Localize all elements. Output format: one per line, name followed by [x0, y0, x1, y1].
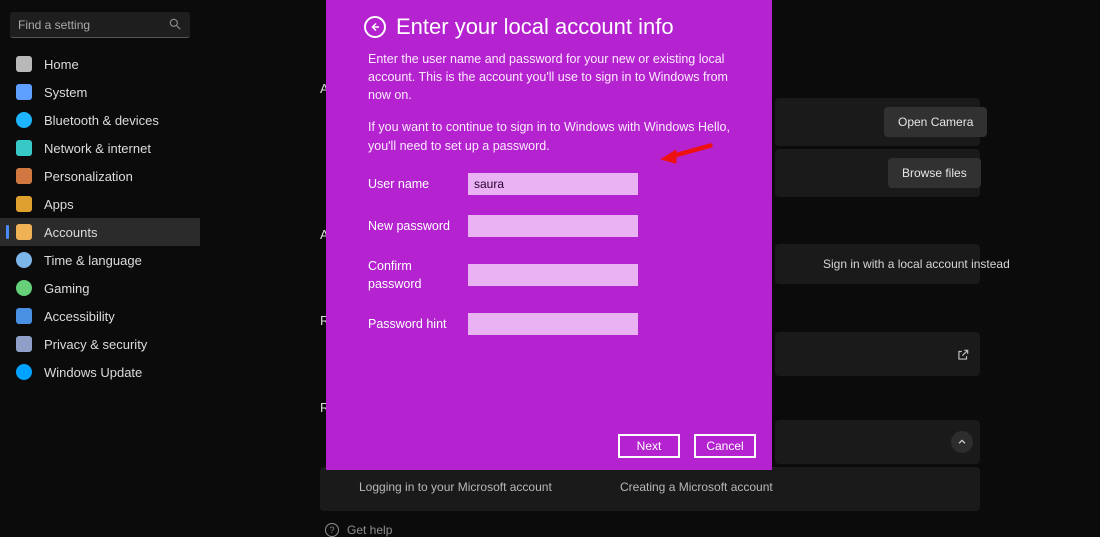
accounts-icon	[16, 224, 32, 240]
local-account-dialog: Enter your local account info Enter the …	[326, 0, 772, 470]
next-button[interactable]: Next	[618, 434, 680, 458]
row-confirm-password: Confirm password	[368, 257, 748, 293]
bluetooth-icon	[16, 112, 32, 128]
get-help-link[interactable]: ? Get help	[325, 523, 392, 537]
label-username: User name	[368, 175, 468, 193]
settings-sidebar: Home System Bluetooth & devices Network …	[0, 0, 200, 537]
system-icon	[16, 84, 32, 100]
sidebar-item-bluetooth[interactable]: Bluetooth & devices	[0, 106, 200, 134]
button-label: Open Camera	[898, 115, 973, 129]
help-icon: ?	[325, 523, 339, 537]
sidebar-item-time[interactable]: Time & language	[0, 246, 200, 274]
label-password-hint: Password hint	[368, 315, 468, 333]
dialog-title: Enter your local account info	[396, 14, 674, 40]
nav-list: Home System Bluetooth & devices Network …	[0, 50, 200, 386]
sidebar-item-accessibility[interactable]: Accessibility	[0, 302, 200, 330]
sidebar-item-accounts[interactable]: Accounts	[0, 218, 200, 246]
dialog-footer: Next Cancel	[618, 434, 756, 458]
dialog-paragraph: If you want to continue to sign in to Wi…	[368, 118, 738, 154]
sidebar-item-update[interactable]: Windows Update	[0, 358, 200, 386]
label-confirm-password: Confirm password	[368, 257, 468, 293]
sidebar-item-label: Gaming	[44, 281, 90, 296]
home-icon	[16, 56, 32, 72]
get-help-label: Get help	[347, 523, 392, 537]
link-login-ms[interactable]: Logging in to your Microsoft account	[359, 480, 552, 494]
cancel-button[interactable]: Cancel	[694, 434, 756, 458]
local-account-form: User name New password Confirm password …	[368, 173, 748, 335]
confirm-password-input[interactable]	[468, 264, 638, 286]
row-new-password: New password	[368, 215, 748, 237]
personalization-icon	[16, 168, 32, 184]
privacy-icon	[16, 336, 32, 352]
sidebar-item-personalization[interactable]: Personalization	[0, 162, 200, 190]
back-button[interactable]	[364, 16, 386, 38]
sidebar-item-label: Apps	[44, 197, 74, 212]
sidebar-item-label: Windows Update	[44, 365, 142, 380]
gaming-icon	[16, 280, 32, 296]
dialog-body: Enter the user name and password for you…	[366, 50, 748, 335]
sidebar-item-gaming[interactable]: Gaming	[0, 274, 200, 302]
username-input[interactable]	[468, 173, 638, 195]
sidebar-item-label: Time & language	[44, 253, 142, 268]
open-camera-button[interactable]: Open Camera	[884, 107, 987, 137]
sidebar-item-label: Accessibility	[44, 309, 115, 324]
arrow-left-icon	[369, 21, 381, 33]
network-icon	[16, 140, 32, 156]
browse-files-button[interactable]: Browse files	[888, 158, 981, 188]
sidebar-item-label: Home	[44, 57, 79, 72]
open-external-icon	[956, 348, 970, 362]
chevron-up-icon[interactable]	[951, 431, 973, 453]
sidebar-item-label: Bluetooth & devices	[44, 113, 159, 128]
update-icon	[16, 364, 32, 380]
search-input[interactable]	[10, 12, 190, 38]
time-icon	[16, 252, 32, 268]
new-password-input[interactable]	[468, 215, 638, 237]
sidebar-item-label: Accounts	[44, 225, 97, 240]
search-wrap	[10, 12, 190, 38]
external-strip[interactable]	[775, 332, 980, 376]
row-username: User name	[368, 173, 748, 195]
password-hint-input[interactable]	[468, 313, 638, 335]
sidebar-item-label: Privacy & security	[44, 337, 147, 352]
expand-strip[interactable]	[775, 420, 980, 464]
sidebar-item-system[interactable]: System	[0, 78, 200, 106]
dialog-header: Enter your local account info	[366, 14, 748, 40]
sidebar-item-label: Network & internet	[44, 141, 151, 156]
accessibility-icon	[16, 308, 32, 324]
sidebar-item-label: System	[44, 85, 87, 100]
link-create-ms[interactable]: Creating a Microsoft account	[620, 480, 773, 494]
sign-in-local-link[interactable]: Sign in with a local account instead	[823, 257, 1010, 271]
dialog-paragraph: Enter the user name and password for you…	[368, 50, 738, 104]
sidebar-item-apps[interactable]: Apps	[0, 190, 200, 218]
sidebar-item-home[interactable]: Home	[0, 50, 200, 78]
search-icon	[168, 17, 182, 31]
sidebar-item-privacy[interactable]: Privacy & security	[0, 330, 200, 358]
apps-icon	[16, 196, 32, 212]
button-label: Browse files	[902, 166, 967, 180]
row-password-hint: Password hint	[368, 313, 748, 335]
sidebar-item-label: Personalization	[44, 169, 133, 184]
sidebar-item-network[interactable]: Network & internet	[0, 134, 200, 162]
label-new-password: New password	[368, 217, 468, 235]
